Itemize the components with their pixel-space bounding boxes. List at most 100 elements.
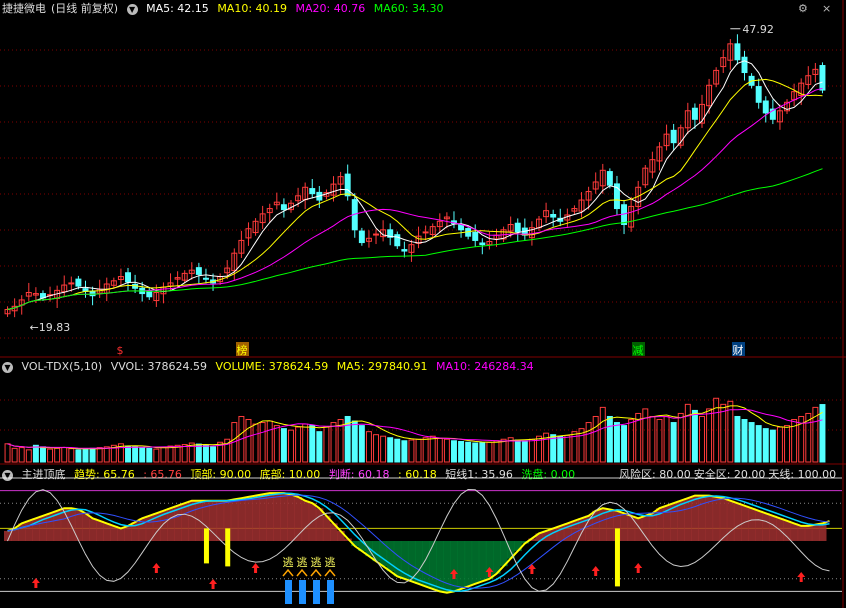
candle-down <box>202 277 209 280</box>
volume-bar-up <box>677 412 684 463</box>
trend-band <box>492 541 501 574</box>
volume-bar-down <box>755 425 762 463</box>
volume-bar-up <box>720 403 727 463</box>
trend-band <box>103 523 111 541</box>
volume-bar-up <box>61 447 68 463</box>
volume-bar-down <box>606 415 613 463</box>
trend-band <box>698 495 707 541</box>
trend-band <box>471 541 480 584</box>
trend-band <box>287 494 296 541</box>
volume-bar-up <box>4 443 11 463</box>
buy-arrow-icon <box>152 563 161 573</box>
candle-down <box>401 249 408 252</box>
price-low-label: ←19.83 <box>30 321 71 334</box>
trend-band <box>96 520 104 541</box>
trend-band <box>755 510 763 541</box>
volume-bar-up <box>656 419 663 463</box>
volume-bar-down <box>691 409 698 463</box>
volume-bar-up <box>684 403 691 463</box>
volume-bar-up <box>330 422 337 463</box>
trend-band <box>379 541 388 567</box>
chart-labels: 47.92 ←19.83 $ 榜 减 财 <box>30 23 774 357</box>
buy-arrow-icon <box>251 563 260 573</box>
volume-bar-down <box>401 440 408 463</box>
volume-bar-up <box>302 423 309 463</box>
volume-bar-up <box>628 419 635 463</box>
volume-bar-up <box>11 447 18 463</box>
volume-bar-down <box>309 425 316 463</box>
escape-label: 逃 <box>297 556 308 569</box>
volume-bar-down <box>316 431 323 463</box>
volume-bar-up <box>259 422 266 463</box>
trend-band <box>776 518 784 541</box>
trend-band <box>684 498 692 541</box>
volume-bar-up <box>486 441 493 463</box>
volume-bar-down <box>39 446 46 463</box>
trend-band <box>280 493 288 541</box>
volume-bar-down <box>670 422 677 463</box>
volume-bar-down <box>202 444 209 463</box>
trend-band <box>230 499 239 541</box>
volume-bar-up <box>54 447 61 463</box>
volume-bar-up <box>47 448 54 463</box>
volume-bar-up <box>784 425 791 463</box>
volume-bar-down <box>280 428 287 463</box>
candle-down <box>125 272 131 283</box>
trend-band <box>762 513 770 541</box>
volume-bar-down <box>621 425 628 463</box>
volume-bar-down <box>613 422 620 463</box>
volume-bar-up <box>373 434 380 463</box>
event-marker: 减 <box>633 344 644 357</box>
trend-band <box>67 508 76 541</box>
vol-ma10-line <box>7 408 823 449</box>
volume-bar-up <box>167 445 174 463</box>
event-marker: 财 <box>733 343 744 357</box>
trend-band <box>273 493 281 541</box>
event-marker: 榜 <box>237 343 248 357</box>
volume-bar-up <box>706 408 713 463</box>
volume-bar-up <box>153 448 160 463</box>
volume-bar-up <box>649 415 656 463</box>
volume-bar-up <box>323 426 330 463</box>
volume-bar-up <box>245 419 252 463</box>
trend-band <box>790 523 799 541</box>
trend-band <box>450 541 459 592</box>
price-high-label: 47.92 <box>742 23 774 36</box>
candle-down <box>309 188 316 195</box>
volume-bar-up <box>493 440 500 463</box>
volume-bar-up <box>592 415 599 463</box>
buy-arrow-icon <box>209 579 218 589</box>
trend-band <box>769 515 777 541</box>
volume-bar-down <box>557 435 564 463</box>
volume-bar-down <box>195 443 202 463</box>
trend-band <box>457 541 466 589</box>
candle-down <box>741 56 748 74</box>
volume-bar-down <box>762 428 769 463</box>
escape-marker-icon <box>310 568 322 577</box>
trend-band <box>620 513 629 541</box>
vol-ma5-line <box>7 405 823 450</box>
volume-bar-up <box>776 426 783 463</box>
volume-bar-up <box>663 415 670 463</box>
candle-down <box>89 290 96 297</box>
candle-down <box>75 278 82 287</box>
volume-bar-up <box>408 439 415 463</box>
trend-band <box>252 495 260 541</box>
volume-bar-down <box>521 440 528 463</box>
escape-marker-icon <box>296 568 308 577</box>
volume-bar-up <box>295 426 302 463</box>
trend-band <box>209 500 218 541</box>
candle-down <box>755 86 762 103</box>
volume-bar-up <box>181 444 188 463</box>
candlestick-series <box>4 34 826 318</box>
stock-chart-canvas[interactable]: 逃逃逃逃 47.92←19.83$ 榜减财 <box>0 0 846 608</box>
trend-band <box>443 541 451 593</box>
trend-band <box>691 495 699 541</box>
volume-bar-down <box>465 441 472 463</box>
volume-bar-down <box>748 422 755 463</box>
escape-label: 逃 <box>311 556 322 569</box>
trend-band <box>124 525 133 541</box>
volume-bar-down <box>132 446 139 463</box>
volume-bar-up <box>18 447 25 463</box>
volume-bar-up <box>252 423 259 463</box>
